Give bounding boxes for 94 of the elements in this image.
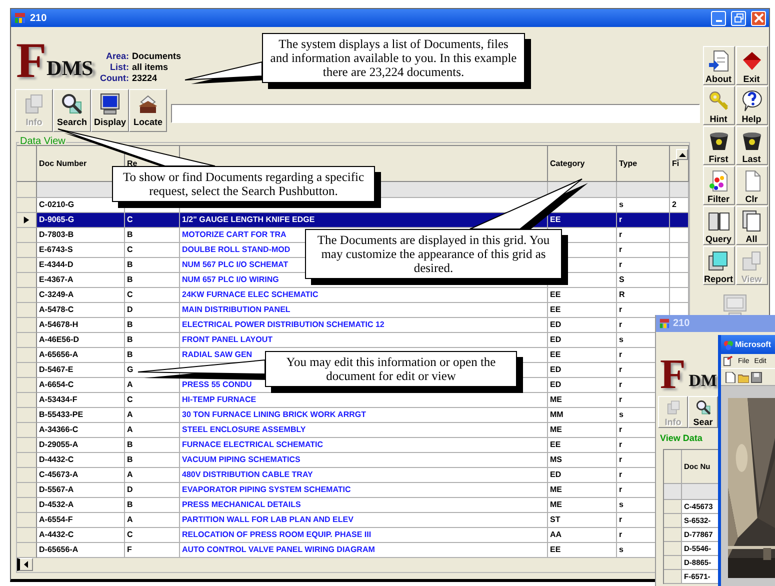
table-cell: D-5467-E [37,363,125,378]
table-cell: r [617,228,670,243]
table-cell: A-54678-H [37,318,125,333]
table-cell: 30 TON FURNACE LINING BRICK WORK ARRGT [180,408,548,423]
table-cell: ME [548,483,617,498]
table-cell: FURNACE ELECTRICAL SCHEMATIC [180,438,548,453]
table-cell: A [125,423,180,438]
table-cell: D-7803-B [37,228,125,243]
logo-initial: F [16,37,47,83]
table-cell: r [617,243,670,258]
table-cell: E-6743-S [37,243,125,258]
table-cell: A [125,408,180,423]
table-cell: C [125,243,180,258]
table-cell: B [125,258,180,273]
table-cell: ED [548,363,617,378]
table-cell: r [617,258,670,273]
table-cell: A-6654-C [37,378,125,393]
table-cell: D-9065-G [37,213,125,228]
window-title: 210 [30,12,47,24]
table-cell: ME [548,393,617,408]
table-cell: EE [548,303,617,318]
table-cell: B [125,453,180,468]
table-cell: EVAPORATOR PIPING SYSTEM SCHEMATIC [180,483,548,498]
table-cell: VACUUM PIPING SCHEMATICS [180,453,548,468]
table-cell: MAIN DISTRIBUTION PANEL [180,303,548,318]
table-cell: D-4532-A [37,498,125,513]
table-cell: MM [548,408,617,423]
table-cell: AA [548,528,617,543]
table-cell: EE [548,438,617,453]
info-value: all items [132,62,170,73]
table-cell: C-3249-A [37,288,125,303]
table-cell: A-34366-C [37,423,125,438]
table-cell: EE [548,213,617,228]
logo-text: DMS [46,57,94,79]
table-cell: C [125,288,180,303]
table-cell: ED [548,333,617,348]
table-cell: A-53434-F [37,393,125,408]
table-cell: ELECTRICAL POWER DISTRIBUTION SCHEMATIC 12 [180,318,548,333]
table-cell: ED [548,468,617,483]
info-label: Area: [104,51,129,62]
table-cell: D [125,303,180,318]
table-cell: B [125,438,180,453]
table-cell: B [125,273,180,288]
table-cell: r [617,213,670,228]
table-cell: ED [548,318,617,333]
info-label: Count: [100,73,129,84]
table-cell: RELOCATION OF PRESS ROOM EQUIP. PHASE III [180,528,548,543]
table-cell: B [125,348,180,363]
table-cell: FRONT PANEL LAYOUT [180,333,548,348]
table-cell: B [125,333,180,348]
info-value: 23224 [132,73,158,84]
window-title: Microsoft [735,340,771,349]
table-cell: 24KW FURNACE ELEC SCHEMATIC [180,288,548,303]
table-cell: D [125,483,180,498]
table-cell: C [125,393,180,408]
table-cell: E-4367-A [37,273,125,288]
window-title: 210 [673,318,690,329]
table-cell: A-46E56-D [37,333,125,348]
table-cell: A [125,513,180,528]
table-cell: R [617,288,670,303]
table-cell: A-6554-F [37,513,125,528]
table-cell: PRESS MECHANICAL DETAILS [180,498,548,513]
info-label: List: [109,62,129,73]
callout-tooltip: You may edit this information or open the document for edit or view [265,351,517,387]
table-cell: C [125,213,180,228]
table-cell: STEEL ENCLOSURE ASSEMBLY [180,423,548,438]
table-cell: A-4432-C [37,528,125,543]
table-cell: ME [548,423,617,438]
table-cell: B-55433-PE [37,408,125,423]
table-cell: EE [548,288,617,303]
table-cell: D-4432-C [37,453,125,468]
table-cell: EE [548,348,617,363]
table-cell: D-29055-A [37,438,125,453]
table-cell: ST [548,513,617,528]
table-cell: ME [548,498,617,513]
table-cell: PARTITION WALL FOR LAB PLAN AND ELEV [180,513,548,528]
table-cell: D-5567-A [37,483,125,498]
callout-tooltip: The system displays a list of Documents, files and information available to you. In this example there are 23,224 documents. [262,33,525,83]
table-cell: C [125,528,180,543]
table-cell: A [125,468,180,483]
table-cell: C-45673-A [37,468,125,483]
table-cell: B [125,498,180,513]
table-cell: 480V DISTRIBUTION CABLE TRAY [180,468,548,483]
table-cell: MS [548,453,617,468]
table-cell: B [125,318,180,333]
info-value: Documents [132,51,182,62]
logo-text: DM [688,372,717,390]
table-cell: A-65656-A [37,348,125,363]
callout-tooltip: To show or find Documents regarding a specific request, select the Search Pushbutton. [112,166,375,202]
table-cell: S [617,273,670,288]
table-cell: B [125,228,180,243]
table-cell: A-5478-C [37,303,125,318]
table-cell: E-4344-D [37,258,125,273]
table-cell: ED [548,378,617,393]
